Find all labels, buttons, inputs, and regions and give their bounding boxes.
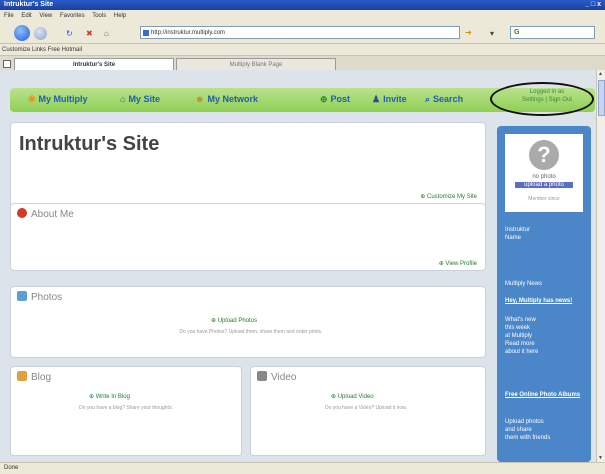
network-icon: ☻ — [195, 94, 205, 104]
menu-edit[interactable]: Edit — [21, 13, 31, 19]
photos-heading: Photos — [17, 291, 62, 303]
view-profile-link[interactable]: ⊕ View Profile — [439, 260, 477, 267]
video-icon — [257, 371, 267, 381]
menu-file[interactable]: File — [4, 13, 14, 19]
video-heading: Video — [257, 371, 296, 383]
back-button[interactable] — [14, 25, 30, 41]
scroll-up-icon[interactable]: ▲ — [598, 71, 603, 77]
nav-search[interactable]: ⌕ Search — [425, 94, 463, 105]
menu-view[interactable]: View — [39, 13, 52, 19]
upload-video-link[interactable]: ⊕ Upload Video — [331, 393, 374, 400]
signin-line1: Logged in as — [529, 89, 565, 95]
tab-active[interactable]: Intruktur's Site — [14, 58, 174, 70]
tab-inactive[interactable]: Multiply Blank Page — [176, 58, 336, 70]
site-title-panel: Intruktur's Site ⊕ Customize My Site — [10, 122, 486, 212]
upload-photo-link[interactable]: upload a photo — [515, 182, 573, 188]
invite-icon: ♟ — [372, 94, 381, 104]
avatar-placeholder-icon: ? — [529, 140, 559, 170]
about-me-heading: About Me — [17, 208, 74, 220]
customize-site-link[interactable]: ⊕ Customize My Site — [420, 193, 477, 200]
profile-name: Instruktur Name — [505, 227, 531, 241]
video-section: Video ⊕ Upload Video Do you have a Video… — [250, 366, 486, 456]
page-viewport: ✱ My Multiply ⌂ My Site ☻ My Network ⊕ Post … — [0, 70, 596, 462]
photos-hint: Do you have Photos? Upload them, share t… — [179, 329, 323, 335]
member-since: Member since — [528, 196, 560, 202]
search-input[interactable]: G — [510, 26, 595, 39]
no-photo-label: no photo — [532, 174, 556, 180]
vertical-scrollbar[interactable]: ▲ ▼ — [596, 70, 605, 462]
dropdown-icon[interactable]: ▾ — [490, 29, 494, 38]
profile-sidebar: ? no photo upload a photo Member since I… — [497, 126, 591, 462]
write-blog-link[interactable]: ⊕ Write In Blog — [89, 393, 130, 400]
signin-line2[interactable]: Settings | Sign Out — [512, 96, 582, 104]
blog-section: Blog ⊕ Write In Blog Do you have a blog?… — [10, 366, 242, 456]
page-title: Intruktur's Site — [19, 133, 160, 155]
nav-my-multiply[interactable]: ✱ My Multiply — [28, 94, 88, 105]
nav-invite[interactable]: ♟ Invite — [372, 94, 407, 105]
menu-help[interactable]: Help — [114, 13, 126, 19]
news-text-1: What's new this week at Multiply Read mo… — [505, 317, 539, 355]
nav-post[interactable]: ⊕ Post — [320, 94, 350, 105]
tab-bar: Intruktur's Site Multiply Blank Page — [0, 56, 605, 70]
post-icon: ⊕ — [320, 94, 328, 104]
blog-hint: Do you have a blog? Share your thoughts. — [79, 405, 173, 411]
about-icon — [17, 208, 27, 218]
photos-section: Photos ⊕ Upload Photos Do you have Photo… — [10, 286, 486, 358]
nav-toolbar: ↻ ✖ ⌂ http://instruktur.multiply.com ➜ ▾… — [0, 22, 605, 44]
news-text-2: Upload photos and share them with friend… — [505, 419, 551, 441]
stop-icon[interactable]: ✖ — [86, 29, 93, 38]
window-title: Intruktur's Site — [4, 1, 54, 8]
video-hint: Do you have a Video? Upload it now. — [325, 405, 407, 411]
menu-bar: File Edit View Favorites Tools Help — [0, 10, 605, 22]
tab-list-icon[interactable] — [3, 60, 11, 68]
signin-links[interactable]: Logged in as Settings | Sign Out — [512, 88, 582, 104]
refresh-icon[interactable]: ↻ — [66, 29, 73, 38]
news-link-1[interactable]: Hey, Multiply has news! — [505, 298, 585, 304]
menu-favorites[interactable]: Favorites — [60, 13, 85, 19]
go-icon[interactable]: ➜ — [465, 28, 472, 37]
address-bar[interactable]: http://instruktur.multiply.com — [140, 26, 460, 39]
multiply-icon: ✱ — [28, 94, 36, 104]
nav-my-site[interactable]: ⌂ My Site — [120, 94, 160, 104]
news-link-2[interactable]: Free Online Photo Albums — [505, 392, 585, 398]
blog-icon — [17, 371, 27, 381]
links-bar[interactable]: Customize Links Free Hotmail — [0, 44, 605, 56]
forward-button[interactable] — [34, 27, 47, 40]
home-icon: ⌂ — [120, 94, 126, 104]
window-titlebar: Intruktur's Site _ □ x — [0, 0, 605, 10]
scroll-down-icon[interactable]: ▼ — [598, 455, 603, 461]
upload-photos-link[interactable]: ⊕ Upload Photos — [211, 317, 257, 324]
photos-icon — [17, 291, 27, 301]
nav-my-network[interactable]: ☻ My Network — [195, 94, 258, 104]
news-heading: Multiply News — [505, 281, 543, 287]
blog-heading: Blog — [17, 371, 51, 383]
search-icon: ⌕ — [425, 94, 431, 104]
status-bar: Done — [0, 462, 605, 474]
scroll-thumb[interactable] — [598, 80, 605, 116]
home-icon[interactable]: ⌂ — [104, 29, 109, 38]
avatar-card: ? no photo upload a photo Member since — [505, 134, 583, 212]
about-me-section: About Me ⊕ View Profile — [10, 203, 486, 271]
window-controls[interactable]: _ □ x — [585, 0, 601, 10]
menu-tools[interactable]: Tools — [92, 13, 106, 19]
